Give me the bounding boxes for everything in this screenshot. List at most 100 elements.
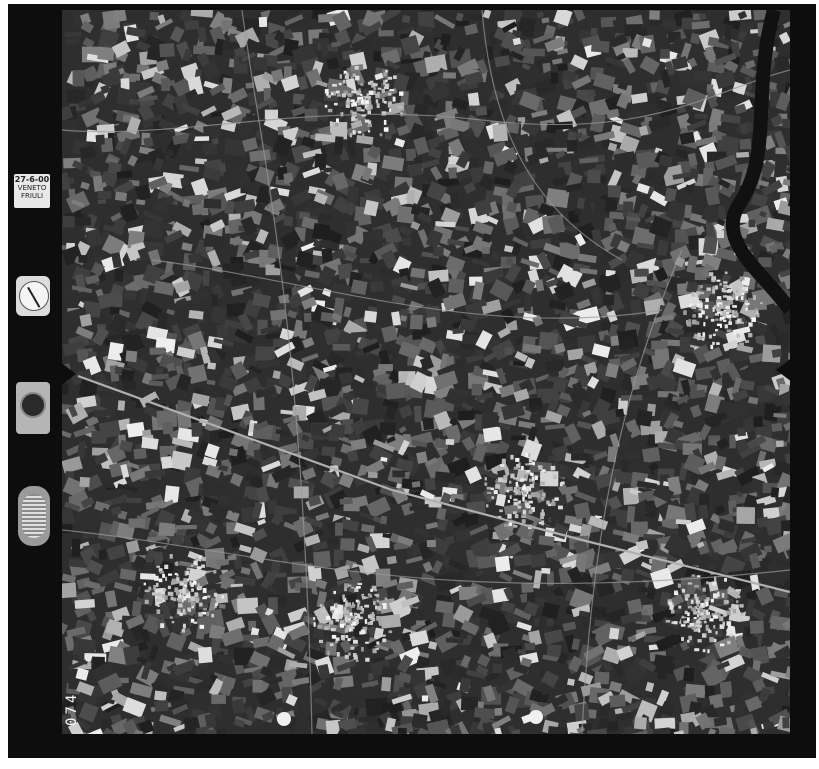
building — [168, 573, 173, 576]
building — [528, 509, 533, 515]
building — [697, 332, 701, 337]
building — [335, 122, 339, 127]
building — [179, 582, 185, 586]
field-patch — [321, 248, 334, 263]
building — [535, 492, 539, 498]
building — [169, 616, 173, 619]
field-patch — [739, 138, 752, 150]
building — [364, 604, 370, 608]
field-patch — [78, 255, 87, 263]
building — [179, 613, 183, 616]
field-patch — [421, 695, 429, 702]
field-patch — [591, 40, 610, 53]
building — [550, 465, 556, 471]
building — [157, 604, 160, 607]
building — [691, 291, 695, 297]
building — [698, 308, 704, 311]
building — [726, 289, 732, 293]
fiducial-mark-left — [277, 712, 291, 726]
building — [725, 305, 730, 309]
stamp-region-2: FRIULI — [20, 192, 44, 200]
field-patch — [269, 309, 286, 321]
building — [167, 585, 171, 590]
building — [727, 285, 732, 288]
building — [383, 127, 389, 132]
field-patch — [607, 185, 621, 198]
building — [513, 501, 519, 506]
field-patch — [402, 237, 412, 246]
field-patch — [340, 538, 355, 551]
building — [341, 636, 345, 641]
building — [376, 593, 380, 598]
building — [359, 611, 364, 614]
field-patch — [175, 524, 197, 530]
building — [751, 317, 756, 322]
building — [325, 615, 331, 620]
building — [198, 585, 203, 590]
building — [370, 588, 374, 592]
fiducial-mark-right — [529, 710, 543, 724]
field-patch — [433, 246, 444, 257]
building — [320, 609, 326, 612]
building — [358, 88, 361, 93]
field-patch — [128, 518, 146, 528]
building — [497, 477, 503, 483]
field-patch — [81, 164, 89, 173]
field-patch — [593, 198, 607, 216]
field-patch — [641, 446, 661, 464]
field-patch — [202, 270, 210, 286]
field-patch — [125, 497, 142, 504]
building — [348, 615, 354, 619]
building — [697, 639, 702, 643]
building — [342, 594, 345, 600]
field-patch — [524, 642, 536, 651]
building — [336, 118, 339, 123]
field-patch — [329, 423, 346, 438]
field-patch — [422, 418, 435, 431]
building — [188, 607, 192, 613]
building — [708, 629, 712, 633]
building — [352, 116, 356, 122]
field-patch — [283, 215, 294, 227]
building — [154, 575, 159, 581]
building — [213, 570, 217, 574]
building — [350, 99, 355, 102]
building — [367, 123, 373, 128]
building — [360, 629, 366, 635]
building — [745, 307, 748, 311]
building — [719, 643, 725, 647]
building — [170, 591, 174, 597]
building — [499, 509, 503, 513]
field-patch — [367, 471, 378, 479]
building — [183, 578, 188, 583]
field-patch — [79, 313, 93, 328]
building — [185, 570, 190, 576]
building — [521, 486, 527, 491]
building — [518, 462, 521, 465]
field-patch — [79, 476, 90, 488]
building — [728, 318, 732, 322]
building — [351, 586, 354, 589]
field-patch — [350, 381, 373, 390]
building — [520, 465, 524, 471]
building — [335, 637, 340, 641]
building — [317, 624, 323, 629]
building — [349, 620, 353, 624]
building — [515, 457, 520, 462]
building — [381, 88, 386, 93]
building — [491, 496, 495, 500]
field-patch — [197, 646, 213, 664]
field-patch — [205, 246, 214, 252]
building — [342, 79, 346, 84]
building — [527, 486, 531, 490]
building — [360, 83, 364, 86]
altimeter-icon — [18, 486, 50, 546]
field-patch — [148, 477, 159, 491]
building — [686, 617, 690, 622]
building — [541, 469, 546, 472]
building — [199, 624, 205, 629]
building — [503, 475, 508, 480]
field-patch — [143, 136, 154, 148]
field-patch — [236, 597, 259, 615]
field-patch — [440, 33, 451, 47]
